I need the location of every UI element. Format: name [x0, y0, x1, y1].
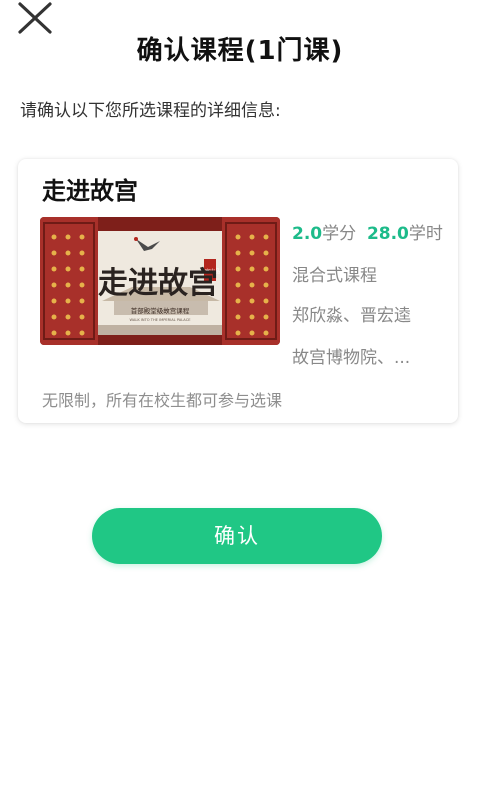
thumbnail-subtitle-en: WALK INTO THE IMPERIAL PALACE — [130, 318, 192, 322]
credits-value: 2.0 — [292, 224, 323, 244]
page-title: 确认课程(1门课) — [136, 36, 344, 66]
thumbnail-subtitle: 首部殿堂级故宫课程 — [131, 306, 190, 315]
course-name: 走进故宫 — [42, 177, 138, 205]
instruction-text: 请确认以下您所选课程的详细信息: — [20, 101, 281, 121]
thumbnail-title: 走进故宫 — [98, 266, 218, 301]
course-type: 混合式课程 — [292, 266, 377, 286]
hours-value: 28.0 — [366, 224, 409, 244]
course-school: 故宫博物院、... — [292, 348, 411, 368]
confirm-button[interactable]: 确认 — [92, 508, 382, 564]
enrollment-restriction: 无限制，所有在校生都可参与选课 — [42, 391, 283, 410]
credits-unit: 学分 — [322, 224, 357, 244]
course-credits: 2.0学分 28.0学时 — [292, 219, 443, 244]
course-card[interactable]: 走进故宫 故宫出品 走进故宫 首部殿堂级故宫课程 WALK INTO THE I… — [18, 159, 458, 423]
course-thumbnail: 故宫出品 走进故宫 首部殿堂级故宫课程 WALK INTO THE IMPERI… — [40, 217, 280, 345]
course-teachers: 郑欣淼、晋宏逵 — [292, 306, 411, 326]
hours-unit: 学时 — [408, 224, 443, 244]
